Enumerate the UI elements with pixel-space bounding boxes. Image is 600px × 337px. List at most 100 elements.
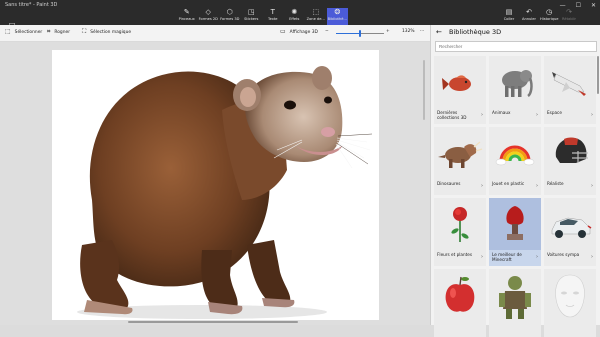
library-tile-realistic[interactable]: Réaliste › — [544, 127, 596, 195]
magic-select-icon: ⛶ — [82, 28, 87, 35]
history-icon: ◷ — [545, 8, 553, 16]
view-3d-toggle[interactable]: ▭ Affichage 3D — [280, 29, 318, 35]
chevron-right-icon: › — [481, 183, 483, 189]
tool-stickers[interactable]: ◳ Stickers — [241, 8, 263, 25]
library-tile-latest[interactable]: Dernières collections 3D › — [434, 56, 486, 124]
chevron-right-icon: › — [591, 183, 593, 189]
view-3d-label: Affichage 3D — [289, 29, 318, 35]
crop-icon: ⌗ — [47, 28, 51, 35]
select-label: Sélectionner — [14, 29, 43, 35]
library-tile-flowers[interactable]: Fleurs et plantes › — [434, 198, 486, 266]
close-button[interactable]: ✕ — [591, 2, 596, 9]
tool-shapes-2d[interactable]: ◇ Formes 2D — [198, 8, 220, 25]
tool-label: Effets — [289, 17, 300, 21]
tool-shapes-3d[interactable]: ⬡ Formes 3D — [219, 8, 241, 25]
chevron-right-icon: › — [536, 112, 538, 118]
zoom-slider-fill — [336, 33, 360, 34]
tool-label: Zone de... — [306, 17, 325, 21]
view-3d-icon: ▭ — [280, 28, 286, 35]
tool-brushes[interactable]: ✎ Pinceaux — [176, 8, 198, 25]
fish-thumbnail — [442, 75, 471, 91]
library-tile-troll[interactable] — [489, 269, 541, 337]
troll-figure-thumbnail — [499, 276, 531, 319]
library-grid: Dernières collections 3D › Animaux › Esp… — [434, 56, 597, 337]
paste-button[interactable]: ▤ Coller — [500, 8, 518, 25]
select-icon: ⬚ — [5, 28, 11, 35]
library-tile-animals[interactable]: Animaux › — [489, 56, 541, 124]
tile-label: Voitures sympa — [547, 252, 580, 257]
more-options-button[interactable]: ··· — [420, 29, 424, 34]
tile-label: Le meilleur de Minecraft — [492, 252, 522, 262]
library-tile-minecraft[interactable]: Le meilleur de Minecraft › — [489, 198, 541, 266]
tool-label: Pinceaux — [178, 17, 195, 21]
triceratops-thumbnail — [438, 141, 483, 168]
zoom-level-value: 132% — [402, 29, 415, 34]
title-bar: Sans titre* - Paint 3D — ☐ ✕ ▭ Menu ✎ Pi… — [0, 0, 600, 36]
chevron-right-icon: › — [481, 112, 483, 118]
tool-label: Annuler — [522, 17, 536, 21]
library-panel: ← Bibliothèque 3D Dernières collections … — [430, 25, 600, 337]
library-tile-space[interactable]: Espace › — [544, 56, 596, 124]
library-tile-head[interactable] — [544, 269, 596, 337]
tile-label: Jouet en plastic — [492, 181, 525, 186]
chevron-right-icon: › — [481, 254, 483, 260]
magic-select-button[interactable]: ⛶ Sélection magique — [82, 29, 131, 35]
library-scrollbar[interactable] — [597, 56, 599, 94]
library-tile-cars[interactable]: Voitures sympa › — [544, 198, 596, 266]
window-title: Sans titre* - Paint 3D — [5, 2, 58, 8]
tool-label: Historique — [540, 17, 559, 21]
zoom-level: 132% — [402, 29, 415, 34]
library-tile-plastic-toys[interactable]: Jouet en plastic › — [489, 127, 541, 195]
crop-label: Rogner — [54, 29, 71, 35]
white-head-thumbnail — [555, 274, 585, 318]
elephant-thumbnail — [502, 70, 533, 98]
ferret-3d-model[interactable] — [52, 50, 379, 320]
redo-button[interactable]: ↷ Rétablir — [560, 8, 578, 25]
brush-icon: ✎ — [183, 8, 190, 16]
crop-button[interactable]: ⌗ Rogner — [47, 29, 70, 35]
tool-label: Formes 2D — [198, 17, 218, 21]
canvas-icon: ⬚ — [312, 8, 320, 16]
back-arrow-icon[interactable]: ← — [436, 29, 442, 36]
rose-thumbnail — [451, 207, 469, 242]
tile-label: Dinosaures — [437, 181, 461, 186]
library-tile-apple[interactable] — [434, 269, 486, 337]
chevron-right-icon: › — [591, 112, 593, 118]
rainbow-thumbnail — [495, 145, 535, 166]
zoom-plus-label: + — [386, 29, 390, 34]
paste-icon: ▤ — [505, 8, 513, 16]
football-helmet-thumbnail — [555, 137, 588, 163]
redo-icon: ↷ — [566, 8, 572, 16]
zoom-slider[interactable] — [336, 30, 384, 37]
more-icon: ··· — [420, 29, 425, 34]
menu-button[interactable]: ▭ Menu — [4, 11, 20, 36]
tile-label: Dernières collections 3D — [437, 110, 467, 120]
undo-icon: ↶ — [526, 8, 532, 16]
library-search-input[interactable] — [435, 41, 597, 52]
tool-library[interactable]: ❂ Bibliothè... — [326, 8, 348, 25]
undo-button[interactable]: ↶ Annuler — [520, 8, 538, 25]
space-shuttle-thumbnail — [552, 72, 586, 96]
horizontal-scrollbar[interactable] — [128, 321, 298, 323]
library-icon: ❂ — [334, 8, 341, 16]
tool-label: Stickers — [244, 17, 259, 21]
tile-label: Réaliste — [547, 181, 564, 186]
apple-thumbnail — [445, 276, 475, 312]
tool-canvas[interactable]: ⬚ Zone de... — [305, 8, 327, 25]
library-header: ← Bibliothèque 3D — [431, 25, 600, 41]
zoom-in-button[interactable]: + — [386, 29, 390, 34]
zoom-out-button[interactable]: − — [325, 29, 329, 34]
tool-label: Rétablir — [562, 17, 576, 21]
zoom-slider-thumb[interactable] — [359, 30, 361, 37]
chevron-right-icon: › — [591, 254, 593, 260]
drawing-canvas[interactable] — [52, 50, 379, 320]
tool-effects[interactable]: ✺ Effets — [284, 8, 306, 25]
select-button[interactable]: ⬚ Sélectionner — [5, 29, 42, 35]
history-button[interactable]: ◷ Historique — [540, 8, 558, 25]
tile-label: Fleurs et plantes — [437, 252, 473, 257]
library-tile-dinosaurs[interactable]: Dinosaures › — [434, 127, 486, 195]
vertical-scrollbar[interactable] — [423, 60, 425, 120]
tool-text[interactable]: T Texte — [262, 8, 284, 25]
tile-label: Animaux — [492, 110, 511, 115]
tool-label: Formes 3D — [220, 17, 240, 21]
